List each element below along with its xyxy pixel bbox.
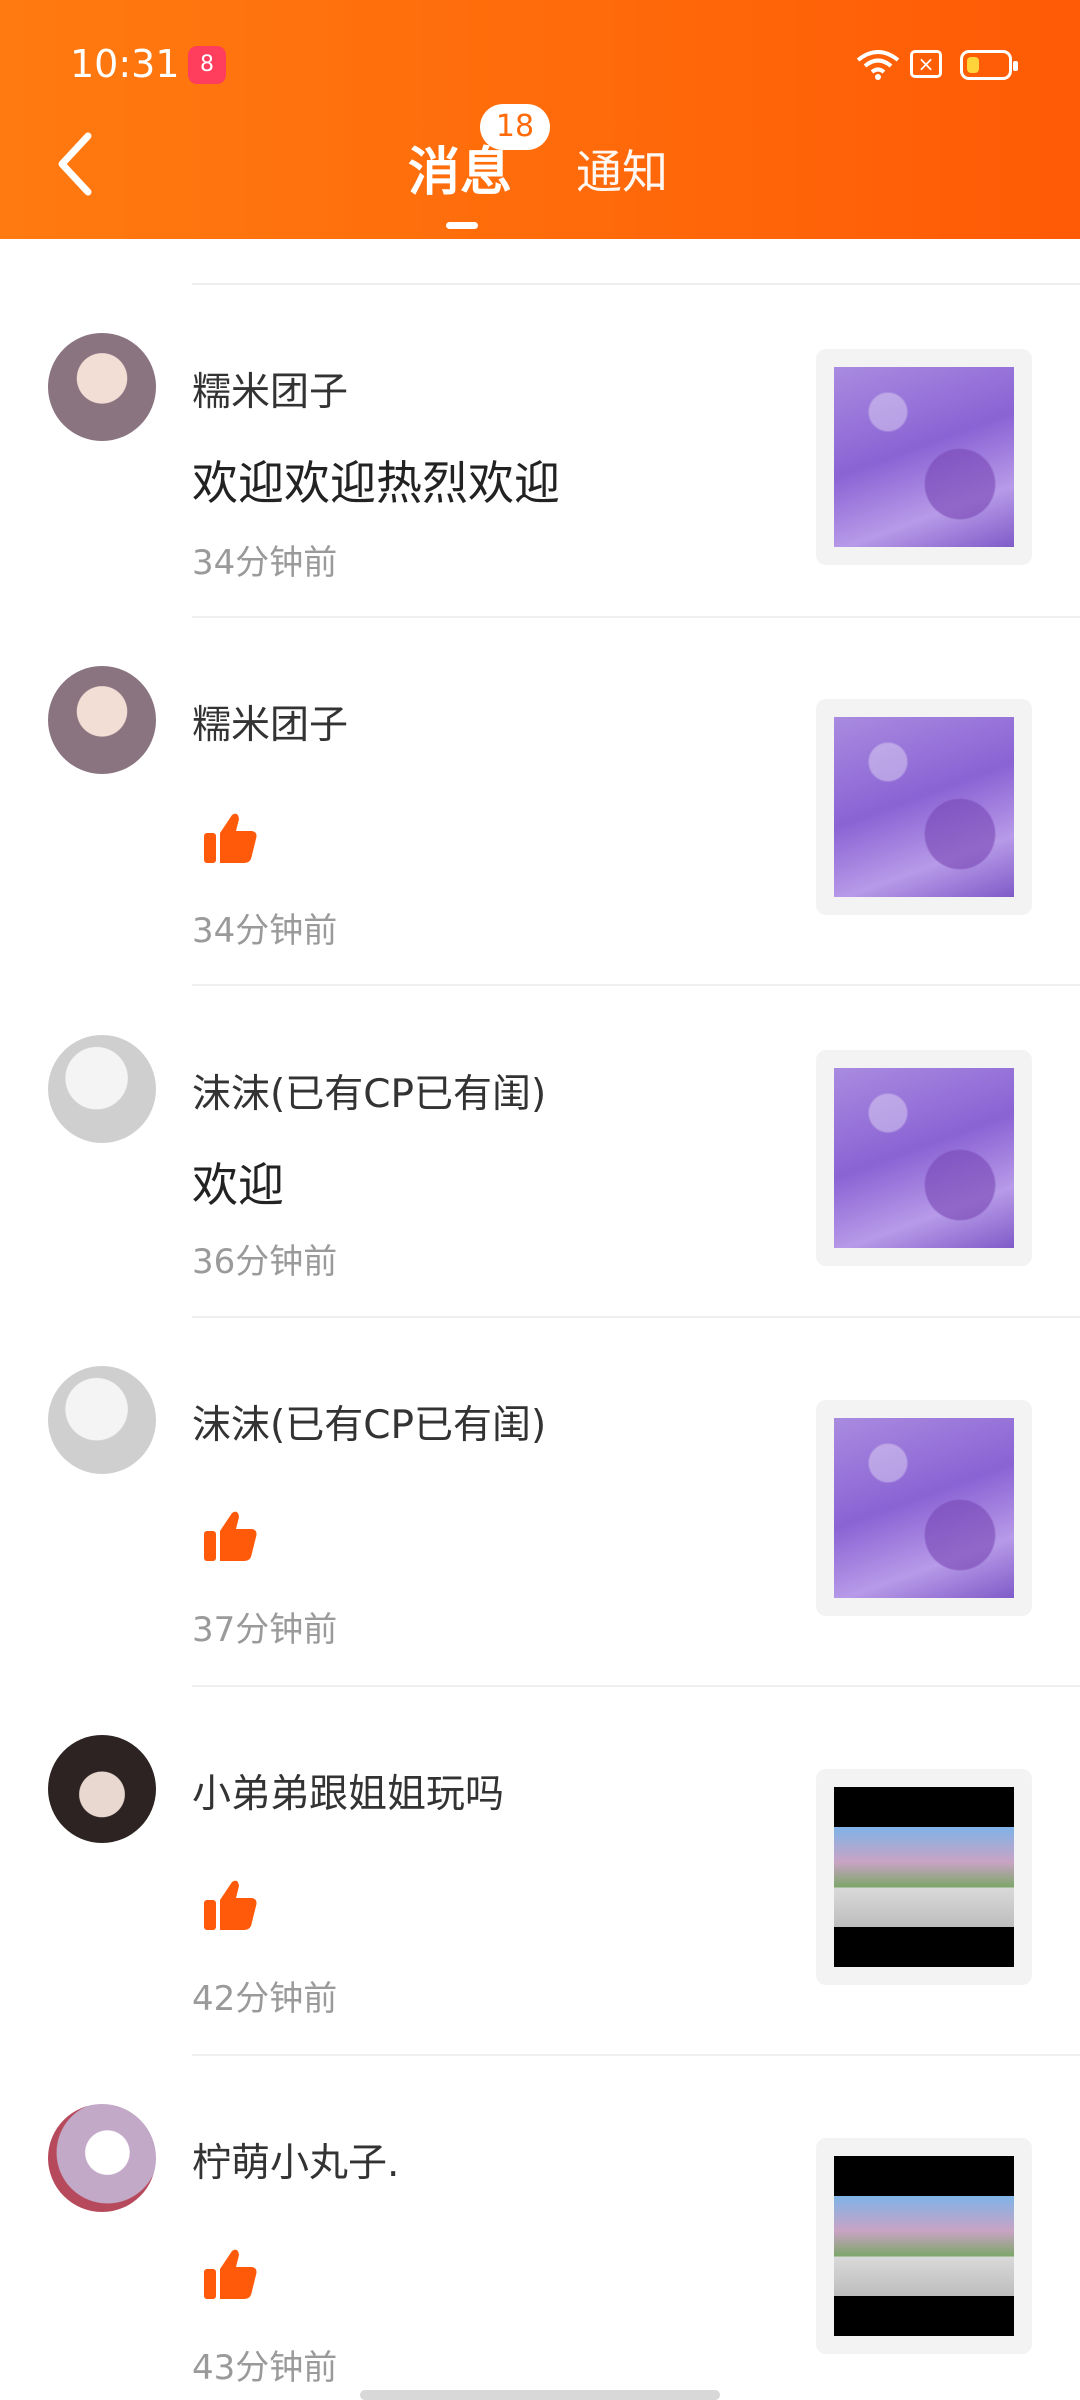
- app-notification-icon: 8: [188, 46, 226, 84]
- list-divider: [192, 1685, 1080, 1687]
- user-name[interactable]: 糯米团子: [192, 361, 348, 417]
- list-divider: [192, 2054, 1080, 2056]
- avatar[interactable]: [48, 666, 156, 774]
- user-name[interactable]: 沫沫(已有CP已有闺): [192, 1394, 546, 1450]
- post-thumbnail[interactable]: [816, 2138, 1032, 2354]
- battery-icon: [960, 50, 1018, 80]
- list-divider: [192, 283, 1080, 285]
- avatar[interactable]: [48, 1366, 156, 1474]
- timestamp: 36分钟前: [192, 1242, 338, 1282]
- comment-text: 欢迎: [192, 1158, 284, 1212]
- post-image: [834, 1068, 1014, 1248]
- list-divider: [192, 616, 1080, 618]
- sim-icon: ×: [910, 50, 942, 78]
- user-name[interactable]: 小弟弟跟姐姐玩吗: [192, 1763, 504, 1819]
- unread-badge: 18: [480, 104, 550, 150]
- timestamp: 43分钟前: [192, 2348, 338, 2388]
- thumbs-up-icon: [204, 1880, 257, 1930]
- user-name[interactable]: 柠萌小丸子.: [192, 2132, 399, 2188]
- wifi-icon: [856, 50, 900, 80]
- post-thumbnail[interactable]: [816, 1400, 1032, 1616]
- thumbs-up-icon: [204, 1511, 257, 1561]
- timestamp: 34分钟前: [192, 543, 338, 583]
- tab-notifications[interactable]: 通知: [576, 136, 668, 202]
- post-thumbnail[interactable]: [816, 1769, 1032, 1985]
- list-divider: [192, 984, 1080, 986]
- timestamp: 37分钟前: [192, 1610, 338, 1650]
- back-chevron-icon[interactable]: [52, 128, 100, 200]
- post-image: [834, 2156, 1014, 2336]
- status-time: 10:31: [70, 42, 180, 86]
- avatar[interactable]: [48, 1735, 156, 1843]
- post-thumbnail[interactable]: [816, 349, 1032, 565]
- list-divider: [192, 1316, 1080, 1318]
- post-image: [834, 717, 1014, 897]
- avatar[interactable]: [48, 333, 156, 441]
- post-image: [834, 1787, 1014, 1967]
- thumbs-up-icon: [204, 813, 257, 863]
- timestamp: 34分钟前: [192, 911, 338, 951]
- home-indicator[interactable]: [360, 2390, 720, 2400]
- active-tab-indicator: [446, 222, 478, 229]
- user-name[interactable]: 沫沫(已有CP已有闺): [192, 1063, 546, 1119]
- post-thumbnail[interactable]: [816, 699, 1032, 915]
- post-image: [834, 1418, 1014, 1598]
- comment-text: 欢迎欢迎热烈欢迎: [192, 456, 560, 510]
- timestamp: 42分钟前: [192, 1979, 338, 2019]
- thumbs-up-icon: [204, 2249, 257, 2299]
- avatar[interactable]: [48, 1035, 156, 1143]
- post-thumbnail[interactable]: [816, 1050, 1032, 1266]
- top-header: 10:31 8 × 消息 18 通知: [0, 0, 1080, 239]
- post-image: [834, 367, 1014, 547]
- avatar[interactable]: [48, 2104, 156, 2212]
- user-name[interactable]: 糯米团子: [192, 694, 348, 750]
